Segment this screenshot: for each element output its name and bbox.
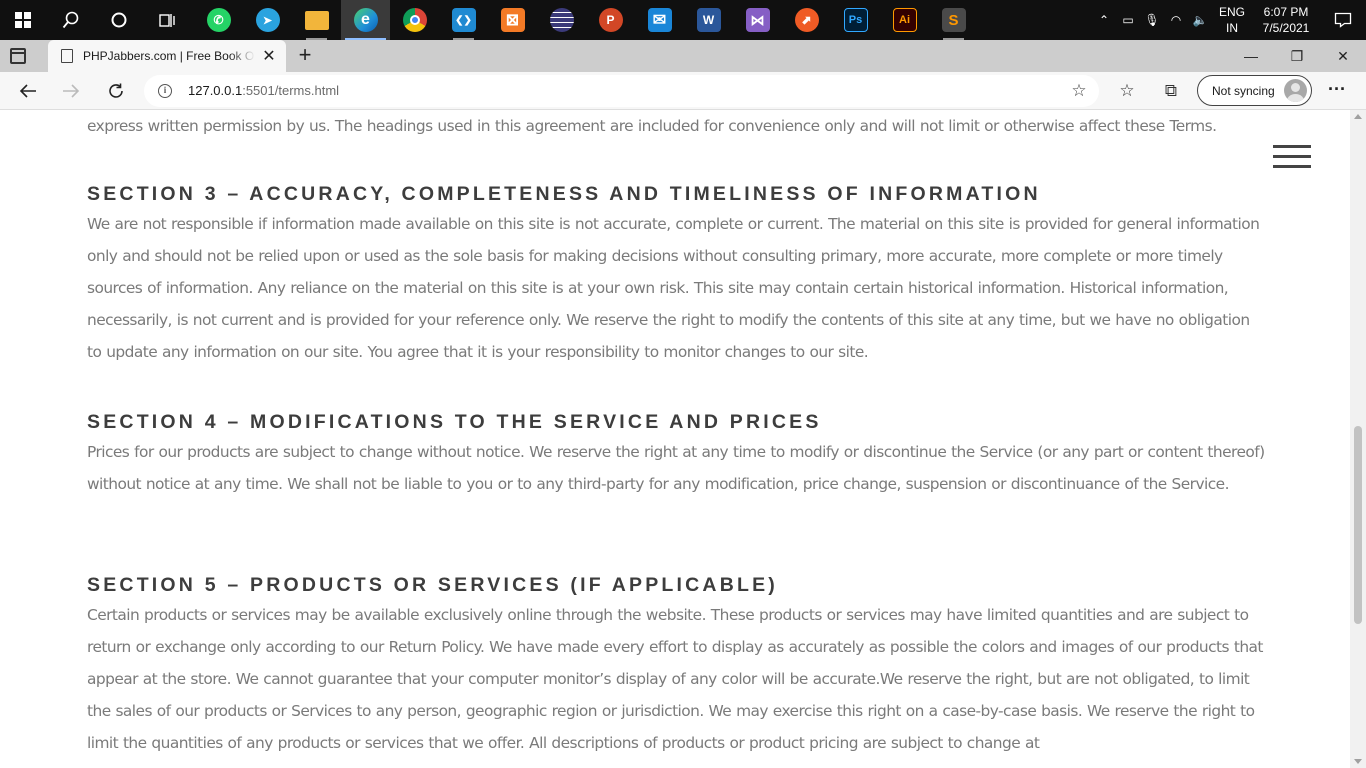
xampp-icon: ⊠ — [500, 8, 525, 32]
browser-toolbar: i 127.0.0.1:5501/terms.html ☆ ☆ ⧉ Not sy… — [0, 72, 1366, 110]
sublime-text-icon: S — [941, 8, 966, 32]
address-bar[interactable]: i 127.0.0.1:5501/terms.html ☆ — [144, 75, 1099, 107]
taskbar-app-powerpoint[interactable]: P — [586, 0, 635, 40]
system-tray: ⌃ ▭ 🎙 ◠ 🔈 ENG IN 6:07 PM 7/5/2021 — [1092, 0, 1366, 40]
browser-tab-strip: PHPJabbers.com | Free Book Online ✕ + — … — [0, 40, 1366, 72]
mail-icon: ✉ — [647, 8, 672, 32]
language-code: ENG — [1218, 5, 1245, 19]
visual-studio-icon: ⋈ — [745, 8, 770, 32]
taskbar-app-postman[interactable]: ⬈ — [782, 0, 831, 40]
windows-logo-icon — [15, 12, 31, 28]
language-indicator[interactable]: ENG IN — [1212, 4, 1252, 36]
site-info-icon[interactable]: i — [158, 84, 172, 98]
cortana-icon — [111, 12, 127, 28]
microphone-icon[interactable]: 🎙 — [1140, 0, 1164, 40]
battery-icon[interactable]: ▭ — [1116, 0, 1140, 40]
taskbar-app-mail[interactable]: ✉ — [635, 0, 684, 40]
profile-sync-button[interactable]: Not syncing — [1197, 75, 1312, 106]
section-3-paragraph: We are not responsible if information ma… — [87, 215, 1260, 361]
taskbar-app-visual-studio[interactable]: ⋈ — [733, 0, 782, 40]
back-button[interactable] — [13, 76, 43, 106]
taskbar-app-xampp[interactable]: ⊠ — [488, 0, 537, 40]
scroll-thumb[interactable] — [1354, 426, 1362, 624]
taskbar-app-word[interactable]: W — [684, 0, 733, 40]
close-window-button[interactable]: ✕ — [1320, 40, 1366, 72]
section-4-heading: SECTION 4 – MODIFICATIONS TO THE SERVICE… — [87, 411, 822, 433]
wifi-icon[interactable]: ◠ — [1164, 0, 1188, 40]
chrome-icon — [402, 8, 427, 32]
taskbar-app-whatsapp[interactable]: ✆ — [194, 0, 243, 40]
taskbar-app-sublime[interactable]: S — [929, 0, 978, 40]
tab-title: PHPJabbers.com | Free Book Online — [83, 49, 255, 63]
cortana-button[interactable] — [96, 0, 142, 40]
minimize-button[interactable]: — — [1228, 40, 1274, 72]
taskbar-app-edge[interactable]: e — [341, 0, 390, 40]
taskbar-app-photoshop[interactable]: Ps — [831, 0, 880, 40]
chevron-up-icon[interactable]: ⌃ — [1092, 0, 1116, 40]
section-2-tail-paragraph: express written permission by us. The he… — [87, 117, 1217, 135]
illustrator-icon: Ai — [892, 8, 917, 32]
section-5-heading: SECTION 5 – PRODUCTS OR SERVICES (IF APP… — [87, 574, 779, 596]
notification-icon — [1334, 12, 1352, 28]
back-arrow-icon — [19, 84, 36, 98]
edge-icon: e — [353, 8, 378, 32]
collections-icon[interactable]: ⧉ — [1159, 79, 1183, 103]
search-button[interactable] — [48, 0, 94, 40]
refresh-button[interactable] — [101, 76, 131, 106]
scroll-up-icon[interactable] — [1354, 114, 1362, 119]
word-icon: W — [696, 8, 721, 32]
section-4-paragraph: Prices for our products are subject to c… — [87, 443, 1265, 493]
search-icon — [62, 11, 79, 29]
folder-icon — [304, 10, 329, 30]
page-favicon-icon — [61, 49, 73, 63]
url-text[interactable]: 127.0.0.1:5501/terms.html — [188, 83, 339, 98]
taskbar-app-eclipse[interactable] — [537, 0, 586, 40]
add-favorite-icon[interactable]: ☆ — [1069, 81, 1089, 101]
whatsapp-icon: ✆ — [206, 8, 231, 32]
taskbar-app-file-explorer[interactable] — [292, 0, 341, 40]
postman-icon: ⬈ — [794, 8, 819, 32]
refresh-icon — [109, 83, 123, 98]
section-5-paragraph: Certain products or services may be avai… — [87, 606, 1263, 752]
clock[interactable]: 6:07 PM 7/5/2021 — [1252, 4, 1320, 36]
hamburger-menu-icon[interactable] — [1273, 145, 1311, 169]
windows-taskbar: ✆ ➤ e ❮❯ ⊠ P ✉ W ⋈ ⬈ Ps Ai S ⌃ ▭ 🎙 ◠ 🔈 E… — [0, 0, 1366, 40]
section-3-heading: SECTION 3 – ACCURACY, COMPLETENESS AND T… — [87, 183, 1041, 205]
restore-button[interactable]: ❐ — [1274, 40, 1320, 72]
scroll-down-icon[interactable] — [1354, 759, 1362, 764]
forward-arrow-icon — [63, 84, 80, 98]
telegram-icon: ➤ — [255, 8, 280, 32]
tab-actions-icon[interactable] — [10, 48, 26, 64]
taskbar-app-vscode[interactable]: ❮❯ — [439, 0, 488, 40]
forward-button[interactable] — [56, 76, 86, 106]
powerpoint-icon: P — [598, 8, 623, 32]
vscode-icon: ❮❯ — [451, 8, 476, 32]
notification-center-button[interactable] — [1320, 0, 1366, 40]
eclipse-icon — [549, 8, 574, 32]
volume-icon[interactable]: 🔈 — [1188, 0, 1212, 40]
tab-close-icon[interactable]: ✕ — [259, 46, 279, 66]
page-viewport: express written permission by us. The he… — [0, 110, 1350, 768]
profile-avatar — [1284, 79, 1307, 102]
taskbar-app-illustrator[interactable]: Ai — [880, 0, 929, 40]
photoshop-icon: Ps — [843, 8, 868, 32]
clock-date: 7/5/2021 — [1262, 21, 1310, 35]
task-view-button[interactable] — [144, 0, 190, 40]
favorites-icon[interactable]: ☆ — [1115, 79, 1139, 103]
sync-status-label: Not syncing — [1212, 84, 1275, 98]
region-code: IN — [1226, 21, 1238, 35]
clock-time: 6:07 PM — [1263, 5, 1309, 19]
more-options-icon[interactable]: ··· — [1324, 79, 1350, 103]
task-view-icon — [159, 14, 175, 27]
url-path: :5501/terms.html — [242, 83, 340, 98]
taskbar-app-chrome[interactable] — [390, 0, 439, 40]
browser-tab-active[interactable]: PHPJabbers.com | Free Book Online ✕ — [48, 40, 286, 72]
url-host: 127.0.0.1 — [188, 83, 243, 98]
new-tab-button[interactable]: + — [292, 43, 318, 69]
vertical-scrollbar[interactable] — [1350, 110, 1366, 768]
start-button[interactable] — [0, 0, 46, 40]
taskbar-app-telegram[interactable]: ➤ — [243, 0, 292, 40]
